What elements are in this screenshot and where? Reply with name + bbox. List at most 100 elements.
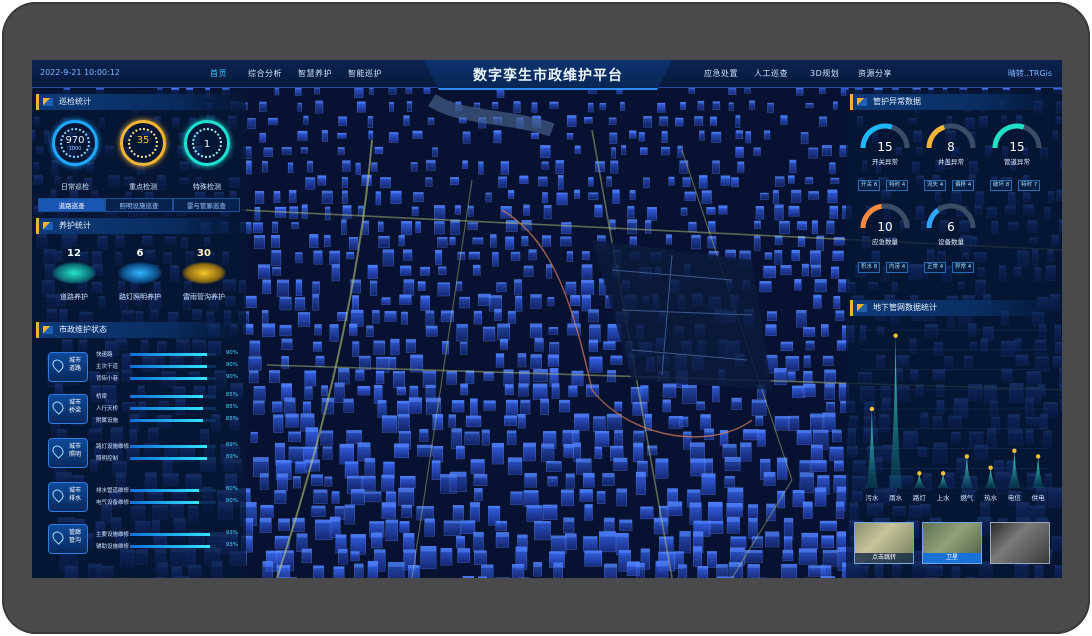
map-thumb-dark[interactable] [990, 522, 1050, 564]
tab-road-patrol[interactable]: 道路巡查 [38, 198, 106, 212]
building [350, 488, 365, 506]
building [433, 446, 444, 463]
nav-maintenance[interactable]: 智慧养护 [298, 68, 332, 79]
status-row-label: 人行天桥 [96, 406, 119, 412]
building [315, 355, 325, 367]
nav-resource-share[interactable]: 资源分享 [858, 68, 892, 79]
building [426, 159, 436, 171]
building [709, 116, 718, 126]
building [506, 430, 517, 446]
building [731, 397, 742, 410]
status-group-bridge[interactable]: 城市桥梁 [48, 394, 88, 424]
building [259, 101, 267, 112]
building [507, 310, 516, 324]
building [348, 237, 359, 250]
building [262, 561, 274, 578]
maintenance-pad-road [52, 262, 96, 284]
building [829, 446, 844, 462]
building [397, 413, 410, 433]
building [708, 221, 716, 232]
building [451, 400, 465, 413]
nav-analysis[interactable]: 综合分析 [248, 68, 282, 79]
building [491, 442, 504, 465]
building [611, 147, 616, 159]
building [343, 398, 354, 413]
building [263, 147, 273, 158]
maintenance-pad-pipe [182, 262, 226, 284]
building [753, 235, 761, 251]
building [754, 220, 761, 230]
building [533, 561, 542, 577]
building [304, 370, 317, 387]
building [369, 280, 378, 297]
map-thumb-satellite[interactable]: 卫星 [922, 522, 982, 564]
building [792, 489, 805, 507]
building [425, 325, 438, 337]
left-panel: 巡检统计 970 1000 日常巡检 35 重点检测 1 特殊检测 道路巡查 照明… [32, 90, 246, 578]
map-thumb-standard[interactable]: 点击跳转 [854, 522, 914, 564]
status-group-pipe-gallery[interactable]: 管廊管沟 [48, 524, 88, 554]
building [279, 324, 292, 337]
gauge-switch: 15 开关异常 [860, 126, 910, 170]
gauge-chip: 特时 4 [886, 180, 909, 191]
building [679, 531, 691, 554]
building [329, 516, 341, 538]
building [321, 385, 329, 397]
thumb-caption: 卫星 [923, 553, 981, 563]
building [313, 565, 324, 578]
status-row: 人行天桥 85% [96, 404, 238, 414]
building [297, 102, 302, 112]
building [262, 323, 276, 337]
tab-pipe-patrol[interactable]: 雷与管廊巡查 [172, 198, 240, 212]
building [781, 563, 798, 578]
nav-manual-inspection[interactable]: 人工巡查 [754, 68, 788, 79]
status-row: 辅助设施维修 93% [96, 542, 238, 552]
status-row-label: 排水管道维修 [96, 488, 130, 494]
status-group-lighting[interactable]: 城市照明 [48, 438, 88, 468]
building [740, 442, 752, 462]
building [599, 103, 607, 110]
building [570, 295, 581, 306]
building [367, 116, 374, 128]
building [560, 236, 572, 247]
building [587, 102, 594, 113]
building [248, 356, 262, 371]
building [467, 222, 478, 230]
tab-lighting-patrol[interactable]: 照明设施巡查 [105, 198, 173, 212]
building [247, 118, 256, 129]
building [608, 117, 617, 125]
building [277, 473, 288, 491]
building [743, 429, 759, 441]
building [519, 175, 529, 184]
building [826, 401, 835, 412]
nav-home[interactable]: 首页 [210, 68, 227, 79]
building [701, 190, 712, 204]
gauge-device: 6 设备数量 [926, 206, 976, 250]
building [259, 132, 266, 143]
building [375, 370, 385, 384]
nav-3d-planning[interactable]: 3D规划 [810, 68, 839, 79]
nav-emergency[interactable]: 应急处置 [704, 68, 738, 79]
building [449, 236, 456, 246]
chart-bar-point [893, 333, 898, 338]
building [712, 385, 720, 403]
building [546, 461, 562, 472]
building [633, 442, 644, 462]
building [315, 100, 324, 114]
building [337, 132, 347, 139]
building [523, 442, 536, 462]
building [470, 459, 485, 474]
building [373, 340, 386, 355]
building [456, 323, 468, 342]
patrol-ring-label: 重点检测 [129, 183, 157, 191]
building [568, 385, 578, 397]
chart-tick-label: 污水 [865, 493, 879, 502]
building [523, 490, 539, 507]
building [693, 546, 703, 567]
nav-patrol[interactable]: 智能巡护 [348, 68, 382, 79]
building [678, 564, 688, 578]
status-group-drainage[interactable]: 城市排水 [48, 482, 88, 512]
building [381, 474, 395, 492]
status-group-road[interactable]: 城市道路 [48, 352, 88, 382]
building [803, 327, 816, 337]
